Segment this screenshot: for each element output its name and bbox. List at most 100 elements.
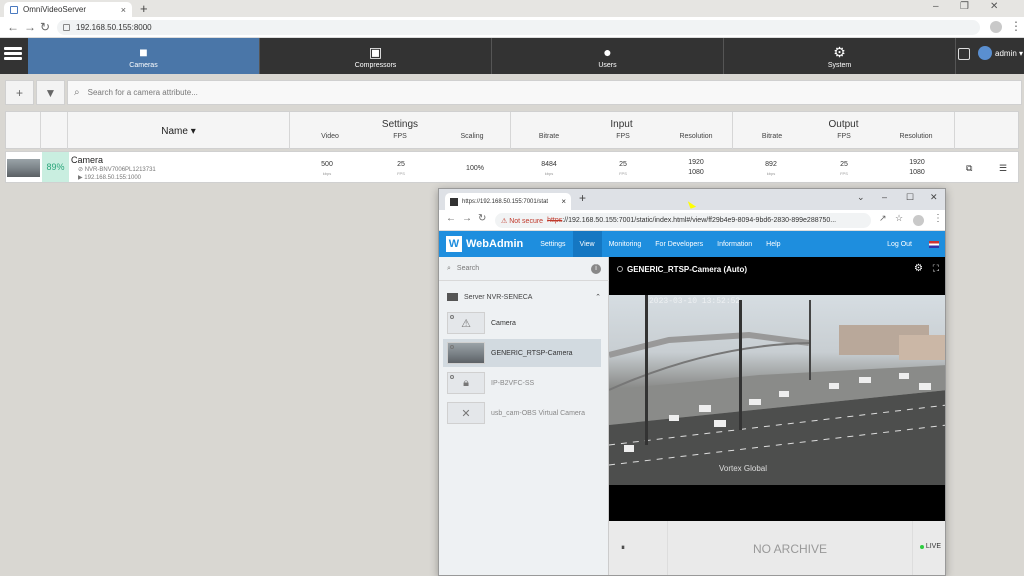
popup-tab[interactable]: https://192.168.50.155:7001/stat × bbox=[445, 193, 571, 210]
status-ring-icon bbox=[617, 266, 623, 272]
share-icon[interactable]: ↗ bbox=[879, 213, 887, 224]
menu-help[interactable]: Help bbox=[759, 231, 787, 257]
maximize-button[interactable]: ❐ bbox=[960, 1, 969, 12]
input-res-height: 1080 bbox=[688, 169, 704, 176]
menu-settings[interactable]: Settings bbox=[533, 231, 572, 257]
language-flag-icon[interactable] bbox=[929, 240, 939, 248]
maximize-button[interactable]: ☐ bbox=[906, 192, 914, 203]
view-title: GENERIC_RTSP-Camera (Auto) bbox=[627, 264, 748, 274]
col-label: FPS bbox=[837, 133, 851, 140]
group-label: Input bbox=[610, 119, 633, 130]
browser-menu-icon[interactable]: ⋮ bbox=[1010, 19, 1022, 33]
camera-item[interactable]: GENERIC_RTSP-Camera bbox=[443, 339, 601, 367]
input-fps: 25 bbox=[619, 161, 627, 168]
info-icon[interactable]: i bbox=[591, 264, 601, 274]
input-group: Input Bitrate FPS Resolution bbox=[511, 112, 733, 150]
webadmin-navbar: W WebAdmin Settings View Monitoring For … bbox=[439, 231, 945, 257]
camera-item[interactable]: 🔒︎ IP-B2VFC-SS bbox=[443, 369, 601, 397]
menu-icon[interactable] bbox=[4, 47, 22, 61]
tab-system[interactable]: ⚙ System bbox=[724, 38, 956, 74]
camera-thumbnail[interactable] bbox=[7, 159, 40, 177]
tab-close-icon[interactable]: × bbox=[121, 5, 126, 15]
webadmin-logo[interactable]: W WebAdmin bbox=[446, 236, 523, 252]
logout-button[interactable]: Log Out bbox=[880, 231, 919, 257]
input-res-width: 1920 bbox=[688, 159, 704, 166]
menu-monitoring[interactable]: Monitoring bbox=[602, 231, 649, 257]
close-window-button[interactable]: ✕ bbox=[930, 192, 938, 203]
server-icon bbox=[447, 293, 458, 301]
url-field[interactable]: 192.168.50.155:8000 bbox=[57, 20, 980, 35]
reload-icon[interactable]: ↻ bbox=[40, 20, 50, 34]
camera-name[interactable]: Camera bbox=[71, 155, 103, 165]
search-placeholder: Search bbox=[456, 265, 480, 272]
copy-icon[interactable]: ⧉ bbox=[966, 163, 972, 174]
col-label: FPS bbox=[616, 133, 630, 140]
database-icon[interactable]: ☰ bbox=[999, 163, 1007, 174]
tree-search-input[interactable]: ⌕ Search i bbox=[439, 257, 609, 281]
reload-icon[interactable]: ↻ bbox=[478, 213, 486, 224]
new-tab-button[interactable]: + bbox=[579, 191, 586, 205]
back-icon[interactable]: ← bbox=[446, 213, 456, 224]
close-window-button[interactable]: ✕ bbox=[990, 1, 998, 12]
menu-view[interactable]: View bbox=[572, 231, 602, 257]
col-label: Resolution bbox=[679, 133, 713, 140]
new-tab-button[interactable]: + bbox=[140, 1, 148, 16]
filter-button[interactable]: ▼ bbox=[36, 80, 65, 105]
tab-cameras[interactable]: ■ Cameras bbox=[28, 38, 260, 74]
lock-icon: 🔒︎ bbox=[447, 372, 485, 394]
pause-button[interactable]: ⏸ bbox=[621, 543, 625, 553]
gear-icon[interactable]: ⚙ bbox=[914, 263, 923, 274]
minimize-button[interactable]: – bbox=[933, 1, 939, 12]
not-secure-badge[interactable]: ⚠ Not secure bbox=[501, 217, 543, 225]
bookmark-star-icon[interactable]: ☆ bbox=[895, 213, 903, 224]
gears-icon: ⚙ bbox=[833, 43, 846, 60]
back-icon[interactable]: ← bbox=[7, 20, 19, 34]
popup-url-field[interactable]: ⚠ Not secure https ://192.168.50.155:700… bbox=[495, 213, 871, 228]
tab-compressors[interactable]: ▣ Compressors bbox=[260, 38, 492, 74]
browser-menu-icon[interactable]: ⋮ bbox=[933, 213, 943, 224]
tab-search-icon[interactable]: ⌄ bbox=[857, 192, 865, 203]
logo-icon: W bbox=[446, 236, 462, 252]
playback-bar: ⏸ NO ARCHIVE LIVE bbox=[609, 521, 945, 575]
forward-icon[interactable]: → bbox=[462, 213, 472, 224]
forward-icon[interactable]: → bbox=[24, 20, 36, 34]
search-input[interactable]: ⌕ Search for a camera attribute... bbox=[67, 80, 1022, 105]
live-video-feed[interactable]: 2023-03-10 13:52:52 Vortex Global bbox=[609, 295, 945, 485]
search-placeholder: Search for a camera attribute... bbox=[87, 88, 198, 97]
add-camera-button[interactable]: + bbox=[5, 80, 34, 105]
tab-label: System bbox=[827, 61, 852, 69]
timeline-no-archive[interactable]: NO ARCHIVE bbox=[667, 521, 913, 575]
camera-item[interactable]: ✕ usb_cam-OBS Virtual Camera bbox=[443, 399, 601, 427]
tab-users[interactable]: ● Users bbox=[492, 38, 724, 74]
menu-for-developers[interactable]: For Developers bbox=[648, 231, 710, 257]
tab-close-icon[interactable]: × bbox=[561, 197, 566, 206]
collapse-icon[interactable]: ⌃ bbox=[595, 293, 601, 301]
tab-label: Users bbox=[598, 61, 617, 69]
profile-icon[interactable] bbox=[990, 21, 1002, 33]
table-row[interactable]: 89% Camera ⊘ NVR-BNV7006PL1213731 ▶ 192.… bbox=[5, 151, 1019, 183]
view-header: GENERIC_RTSP-Camera (Auto) bbox=[609, 257, 945, 281]
name-column-header[interactable]: Name ▾ bbox=[68, 112, 290, 150]
server-name: Server NVR-SENECA bbox=[464, 293, 533, 301]
browser-tabbar: OmniVideoServer × + – ❐ ✕ bbox=[0, 0, 1024, 17]
unit-label: FPS bbox=[397, 171, 405, 176]
live-button[interactable]: LIVE bbox=[919, 543, 941, 550]
fullscreen-icon[interactable]: ⛶ bbox=[933, 263, 939, 274]
unit-label: kbps bbox=[766, 171, 776, 176]
server-node[interactable]: Server NVR-SENECA ⌃ bbox=[439, 290, 609, 304]
camera-model: ⊘ NVR-BNV7006PL1213731 bbox=[78, 167, 156, 173]
minimize-button[interactable]: – bbox=[882, 192, 887, 202]
col-label: Video bbox=[321, 133, 339, 140]
col-label: Scaling bbox=[460, 133, 484, 140]
user-menu[interactable]: admin ▾ bbox=[978, 46, 1023, 60]
name-header-label: Name ▾ bbox=[161, 126, 196, 137]
address-bar: ← → ↻ 192.168.50.155:8000 ⋮ bbox=[0, 17, 1024, 38]
profile-icon[interactable] bbox=[913, 215, 924, 226]
camera-item[interactable]: ⚠ Camera bbox=[443, 309, 601, 337]
video-watermark: Vortex Global bbox=[719, 464, 768, 473]
menu-information[interactable]: Information bbox=[710, 231, 759, 257]
browser-tab[interactable]: OmniVideoServer × bbox=[4, 2, 132, 17]
manual-icon[interactable] bbox=[958, 48, 970, 60]
site-info-icon[interactable] bbox=[63, 24, 70, 31]
unit-label: FPS bbox=[840, 171, 848, 176]
